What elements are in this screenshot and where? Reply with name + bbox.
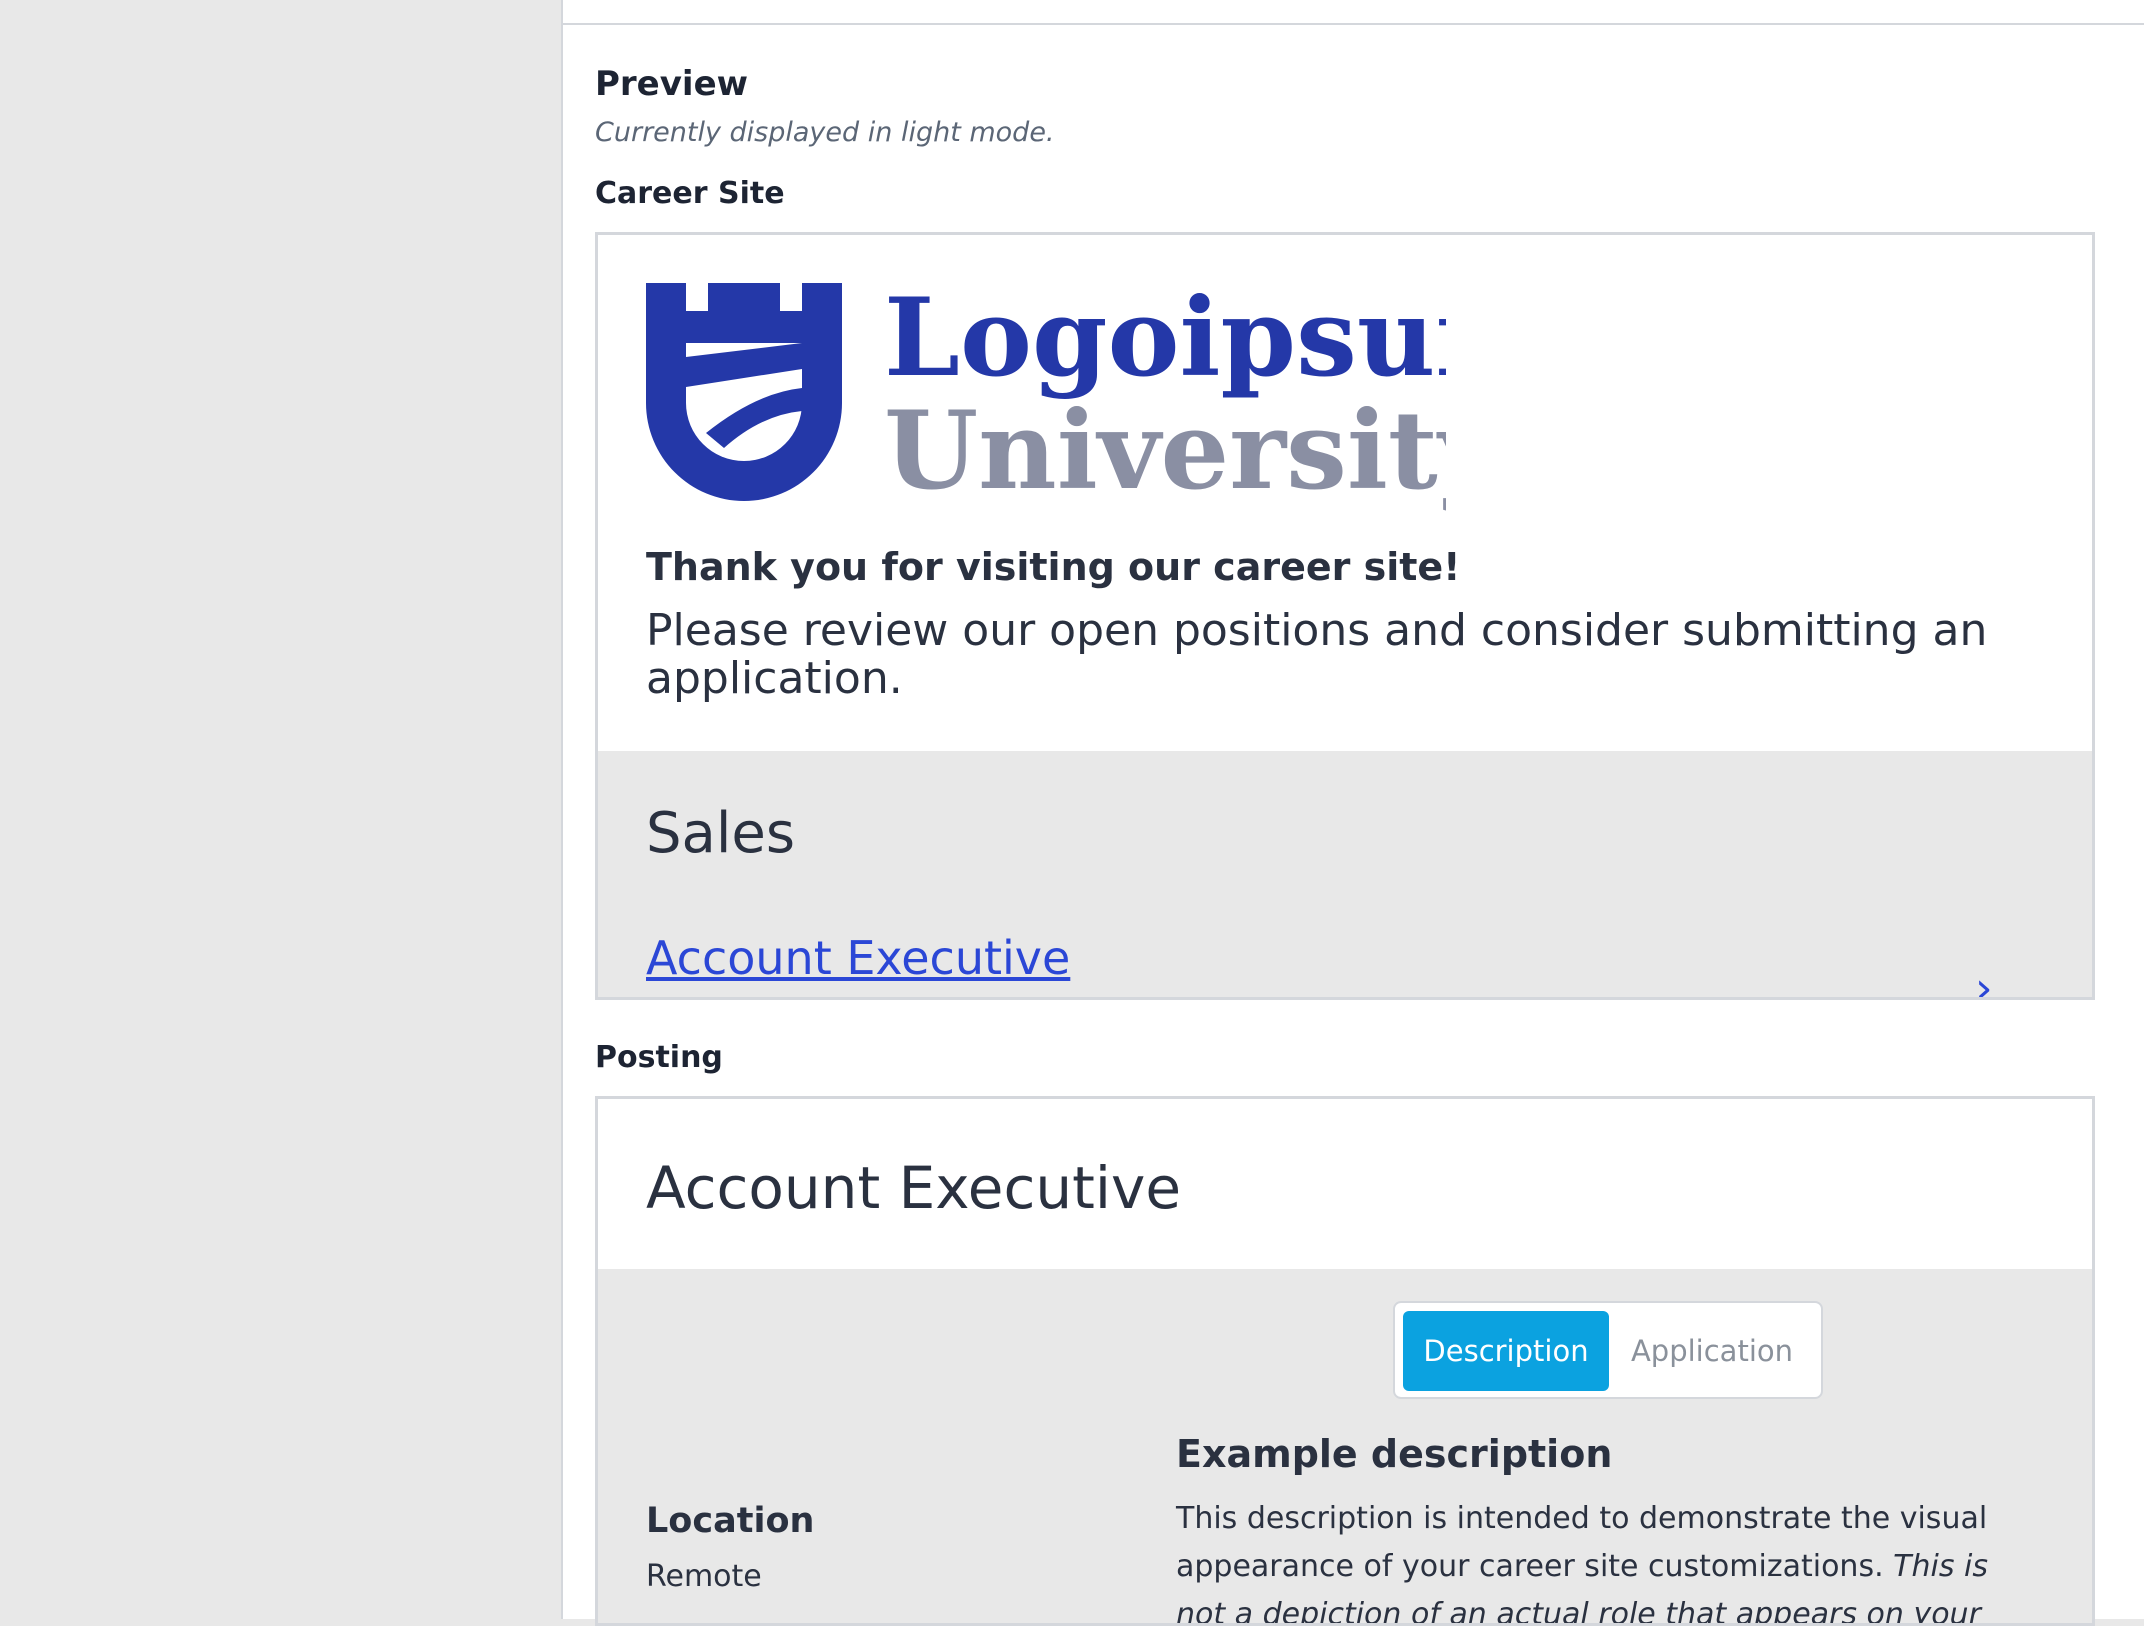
location-value: Remote [646, 1559, 762, 1594]
job-link-account-executive[interactable]: Account Executive [646, 931, 1070, 985]
top-divider [563, 23, 2144, 25]
description-text-normal: This description is intended to demonstr… [1176, 1501, 1988, 1584]
posting-title: Account Executive [646, 1154, 1181, 1222]
career-site-label: Career Site [595, 176, 785, 211]
preview-title: Preview [595, 64, 749, 104]
logo-line2: University [884, 388, 1446, 513]
logo-shield-icon: Logoipsum University [646, 283, 1446, 513]
description-heading: Example description [1176, 1432, 1613, 1476]
welcome-heading: Thank you for visiting our career site! [646, 545, 1461, 589]
posting-preview: Account Executive Description Applicatio… [595, 1096, 2095, 1626]
posting-tabs: Description Application [1393, 1301, 1823, 1399]
description-text: This description is intended to demonstr… [1176, 1495, 2036, 1623]
department-title: Sales [646, 801, 796, 866]
logo-line1: Logoipsum [884, 283, 1446, 401]
tab-description[interactable]: Description [1403, 1311, 1609, 1391]
university-logo: Logoipsum University [646, 283, 1446, 513]
career-site-preview: Logoipsum University Thank you for visit… [595, 232, 2095, 1000]
settings-panel: Preview Currently displayed in light mod… [561, 0, 2144, 1626]
welcome-text: Please review our open positions and con… [646, 605, 1988, 704]
preview-subtitle: Currently displayed in light mode. [595, 117, 1055, 148]
tab-application[interactable]: Application [1609, 1311, 1815, 1391]
posting-label: Posting [595, 1040, 723, 1075]
posting-body: Description Application Example descript… [598, 1269, 2092, 1623]
location-label: Location [646, 1501, 815, 1541]
chevron-right-icon[interactable]: › [1975, 963, 1993, 997]
department-section: Sales Account Executive › [598, 751, 2092, 997]
